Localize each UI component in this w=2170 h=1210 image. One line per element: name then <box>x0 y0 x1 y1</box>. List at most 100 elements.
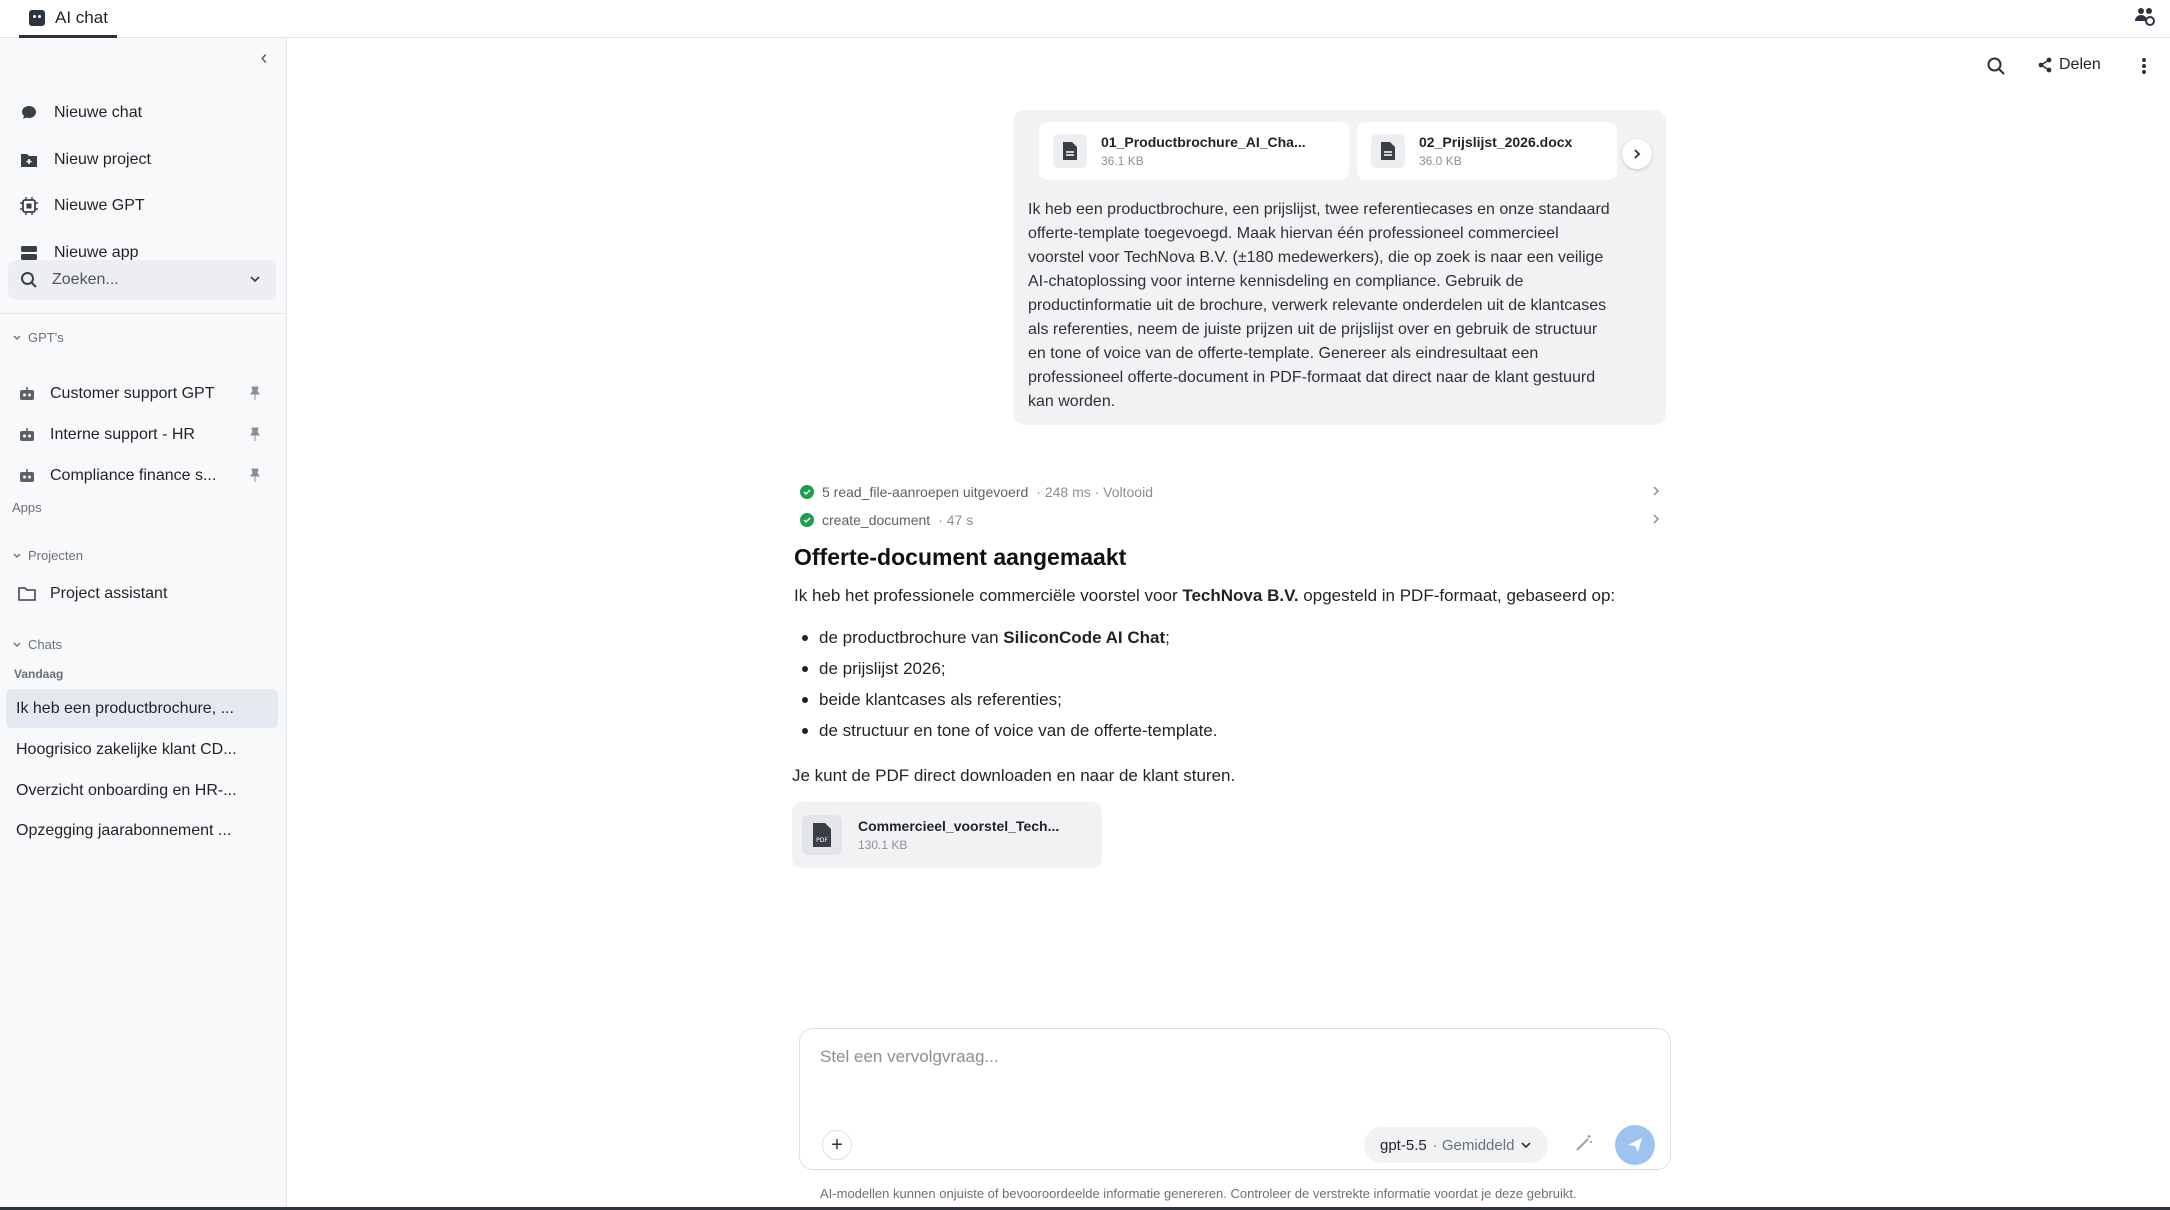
svg-text:PDF: PDF <box>816 837 828 844</box>
new-gpt-button[interactable]: Nieuwe GPT <box>14 186 279 226</box>
pin-icon[interactable] <box>249 427 261 441</box>
message-composer: + gpt-5.5 · Gemiddeld <box>799 1028 1671 1170</box>
top-bar: AI chat <box>0 0 2170 38</box>
check-circle-icon <box>800 485 814 499</box>
text-line: als referenties, neem de juiste prijzen … <box>1028 321 1598 338</box>
pdf-file-icon: PDF <box>802 815 842 855</box>
chevron-down-icon <box>13 642 21 647</box>
new-chat-button[interactable]: Nieuwe chat <box>14 93 279 133</box>
intro-text: Ik heb het professionele commerciële voo… <box>794 586 1183 605</box>
attachment-card[interactable]: 01_Productbrochure_AI_Cha... 36.1 KB <box>1039 122 1349 180</box>
users-settings-icon[interactable] <box>2134 5 2156 27</box>
robot-icon <box>20 428 34 441</box>
chevron-right-icon <box>1634 149 1641 159</box>
search-icon[interactable] <box>1986 56 2006 76</box>
list-item: de structuur en tone of voice van de off… <box>794 715 1217 746</box>
answer-title: Offerte-document aangemaakt <box>794 544 1127 570</box>
collapse-sidebar-icon[interactable]: ‹ <box>254 48 274 68</box>
model-name: gpt-5.5 <box>1380 1136 1427 1154</box>
text-line: voorstel voor TechNova B.V. (±180 medewe… <box>1028 249 1604 266</box>
attachment-name: 02_Prijslijst_2026.docx <box>1419 134 1573 150</box>
tool-call-label: 5 read_file-aanroepen uitgevoerd <box>822 484 1029 500</box>
chat-item[interactable]: Ik heb een productbrochure, ... <box>6 689 278 728</box>
text-line: Ik heb een productbrochure, een prijslij… <box>1028 201 1610 218</box>
pin-icon[interactable] <box>249 386 261 400</box>
gpt-item[interactable]: Customer support GPT <box>14 375 269 413</box>
bullet-bold: SiliconCode AI Chat <box>1003 628 1166 647</box>
list-item: de productbrochure van SiliconCode AI Ch… <box>794 622 1217 653</box>
tool-call-meta: · 47 s <box>938 512 974 528</box>
text-line: kan worden. <box>1028 393 1116 410</box>
user-message-text: Ik heb een productbrochure, een prijslij… <box>1028 198 1658 414</box>
sidebar-search[interactable]: Zoeken... <box>8 260 276 300</box>
chevron-down-icon <box>13 553 21 558</box>
file-size: 130.1 KB <box>858 838 908 852</box>
gpt-label: Interne support - HR <box>50 426 195 443</box>
folder-plus-icon <box>21 154 37 167</box>
answer-intro: Ik heb het professionele commerciële voo… <box>794 586 1615 606</box>
add-attachment-button[interactable]: + <box>822 1130 852 1160</box>
apps-section-toggle[interactable]: Apps <box>12 500 42 515</box>
chat-item[interactable]: Opzegging jaarabonnement ... <box>6 811 278 850</box>
projects-section-toggle[interactable]: Projecten <box>12 548 83 563</box>
tool-call-label: create_document <box>822 512 931 528</box>
tool-call-row[interactable]: create_document · 47 s <box>800 508 1662 532</box>
magic-wand-icon[interactable] <box>1574 1133 1594 1153</box>
attachment-size: 36.1 KB <box>1101 154 1144 168</box>
model-effort: · Gemiddeld <box>1432 1136 1515 1154</box>
robot-icon <box>29 9 45 26</box>
chat-item[interactable]: Hoogrisico zakelijke klant CD... <box>6 730 278 769</box>
nav-label: Nieuwe chat <box>54 104 143 121</box>
pin-icon[interactable] <box>249 468 261 482</box>
more-vertical-icon[interactable] <box>2136 56 2152 76</box>
check-circle-icon <box>800 513 814 527</box>
gpt-label: Compliance finance s... <box>50 467 217 484</box>
attachments-next-button[interactable] <box>1622 139 1652 169</box>
send-icon <box>1628 1138 1642 1152</box>
chat-label: Opzegging jaarabonnement ... <box>16 821 232 839</box>
chat-label: Hoogrisico zakelijke klant CD... <box>16 740 237 758</box>
text-line: en tone of voice van de offerte-template… <box>1028 345 1539 362</box>
chat-item[interactable]: Overzicht onboarding en HR-... <box>6 771 278 810</box>
chat-label: Ik heb een productbrochure, ... <box>16 699 234 717</box>
tool-call-row[interactable]: 5 read_file-aanroepen uitgevoerd · 248 m… <box>800 480 1662 504</box>
attachment-size: 36.0 KB <box>1419 154 1462 168</box>
pdf-file-card[interactable]: PDF Commercieel_voorstel_Tech... 130.1 K… <box>792 802 1102 868</box>
nav-label: Nieuwe GPT <box>54 197 145 214</box>
document-icon <box>1053 134 1087 168</box>
search-placeholder: Zoeken... <box>52 271 119 288</box>
chat-bubble-icon <box>22 106 36 119</box>
sidebar: ‹ Nieuwe chat Nieuw project Nieuwe GPT N… <box>0 38 287 1210</box>
model-selector[interactable]: gpt-5.5 · Gemiddeld <box>1364 1127 1549 1163</box>
file-name: Commercieel_voorstel_Tech... <box>858 818 1060 834</box>
gpt-item[interactable]: Interne support - HR <box>14 416 269 454</box>
chevron-down-icon[interactable] <box>248 272 262 286</box>
robot-icon <box>20 469 34 482</box>
text-line: AI-chatoplossing voor interne kennisdeli… <box>1028 273 1524 290</box>
share-label: Delen <box>2059 56 2101 73</box>
project-item[interactable]: Project assistant <box>14 575 269 613</box>
gpts-section-toggle[interactable]: GPT's <box>12 330 64 345</box>
share-button[interactable]: Delen <box>2037 56 2101 74</box>
group-label: Vandaag <box>14 667 64 681</box>
plus-icon: + <box>831 1133 843 1156</box>
follow-up-input[interactable] <box>820 1047 1640 1097</box>
chevron-right-icon <box>1653 486 1660 496</box>
send-button[interactable] <box>1615 1125 1655 1165</box>
chats-section-toggle[interactable]: Chats <box>12 637 62 652</box>
attachment-card[interactable]: 02_Prijslijst_2026.docx 36.0 KB <box>1357 122 1617 180</box>
new-project-button[interactable]: Nieuw project <box>14 140 279 180</box>
section-label-chats: Chats <box>28 637 62 652</box>
tool-call-meta: · 248 ms · Voltooid <box>1036 484 1153 500</box>
gpt-item[interactable]: Compliance finance s... <box>14 457 269 495</box>
chat-label: Overzicht onboarding en HR-... <box>16 781 237 799</box>
search-icon <box>21 272 37 288</box>
text-line: productinformatie uit de brochure, verwe… <box>1028 297 1607 314</box>
disclaimer-text: AI-modellen kunnen onjuiste of bevooroor… <box>820 1186 1577 1201</box>
chevron-right-icon <box>1653 514 1660 524</box>
user-message: 01_Productbrochure_AI_Cha... 36.1 KB 02_… <box>1013 110 1666 425</box>
cpu-icon <box>20 197 38 215</box>
share-icon <box>2038 57 2052 73</box>
tab-ai-chat[interactable]: AI chat <box>19 0 117 38</box>
nav-label: Nieuw project <box>54 151 151 168</box>
